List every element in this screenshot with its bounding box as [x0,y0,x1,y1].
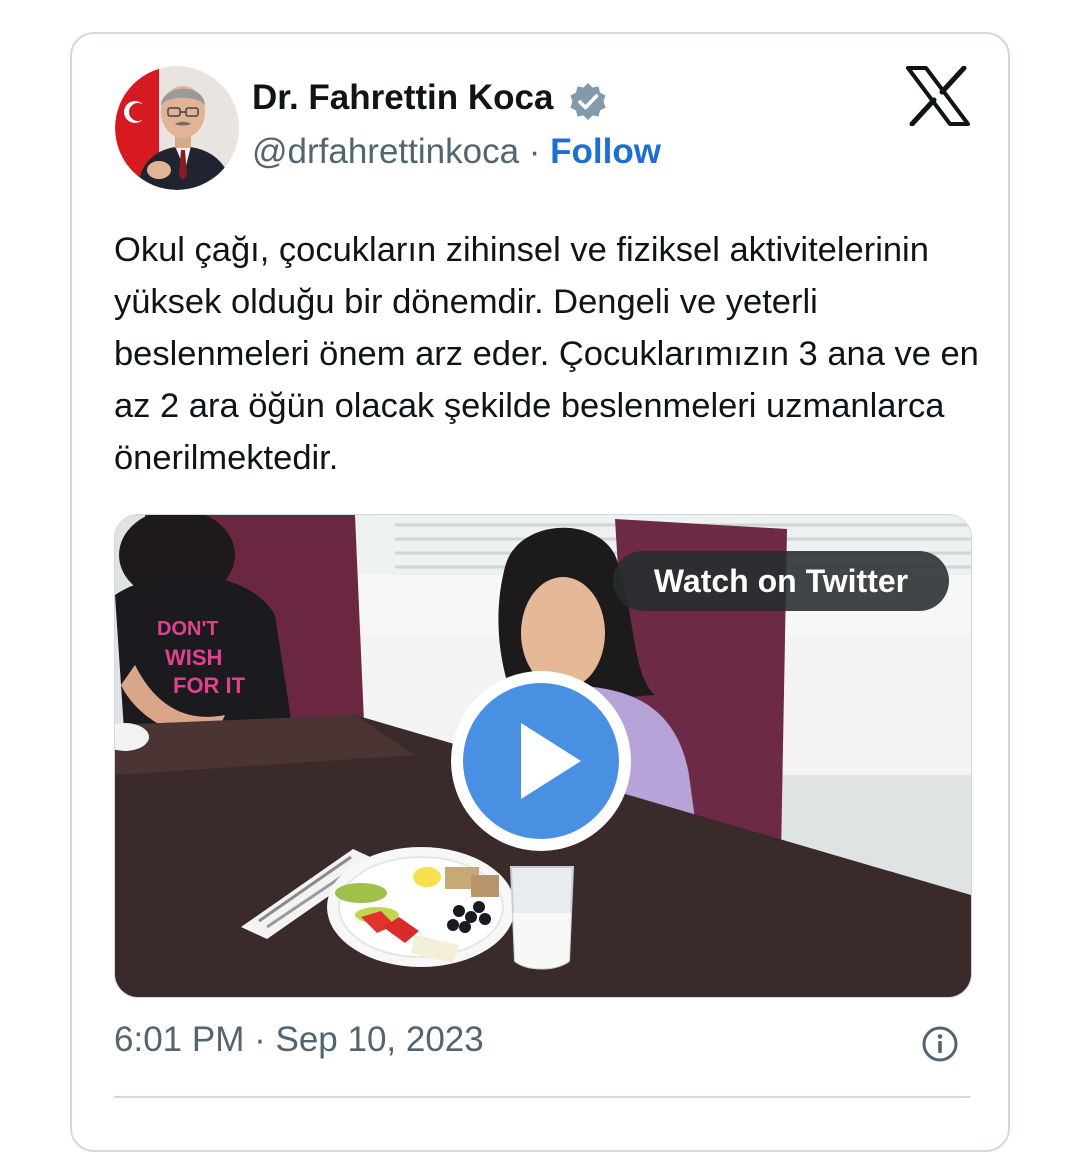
tweet-card: Dr. Fahrettin Koca @drfahrettinkoca · Fo… [70,32,1010,1152]
info-icon[interactable] [920,1024,960,1064]
verified-badge-icon [566,80,610,124]
tweet-time[interactable]: 6:01 PM [114,1020,244,1059]
x-logo-icon[interactable] [906,65,970,127]
separator-dot: · [254,1020,276,1059]
play-icon[interactable] [449,669,633,853]
author-name[interactable]: Dr. Fahrettin Koca [252,78,553,118]
handle-row: @drfahrettinkoca · Follow [252,132,661,172]
video-thumbnail[interactable]: DON'T WISH FOR IT Watch on Twitter [114,514,972,998]
author-avatar[interactable] [115,66,239,190]
divider [114,1096,970,1098]
follow-button[interactable]: Follow [550,132,661,171]
svg-text:DON'T: DON'T [157,618,218,640]
svg-text:WISH: WISH [165,645,222,670]
svg-text:FOR IT: FOR IT [173,673,246,698]
tweet-text: Okul çağı, çocukların zihinsel ve fiziks… [114,231,979,477]
watch-on-twitter-button[interactable]: Watch on Twitter [613,551,949,611]
tweet-date[interactable]: Sep 10, 2023 [275,1020,483,1059]
author-handle[interactable]: @drfahrettinkoca [252,132,519,171]
separator-dot: · [528,132,551,171]
timestamp-row[interactable]: 6:01 PM · Sep 10, 2023 [114,1020,484,1060]
